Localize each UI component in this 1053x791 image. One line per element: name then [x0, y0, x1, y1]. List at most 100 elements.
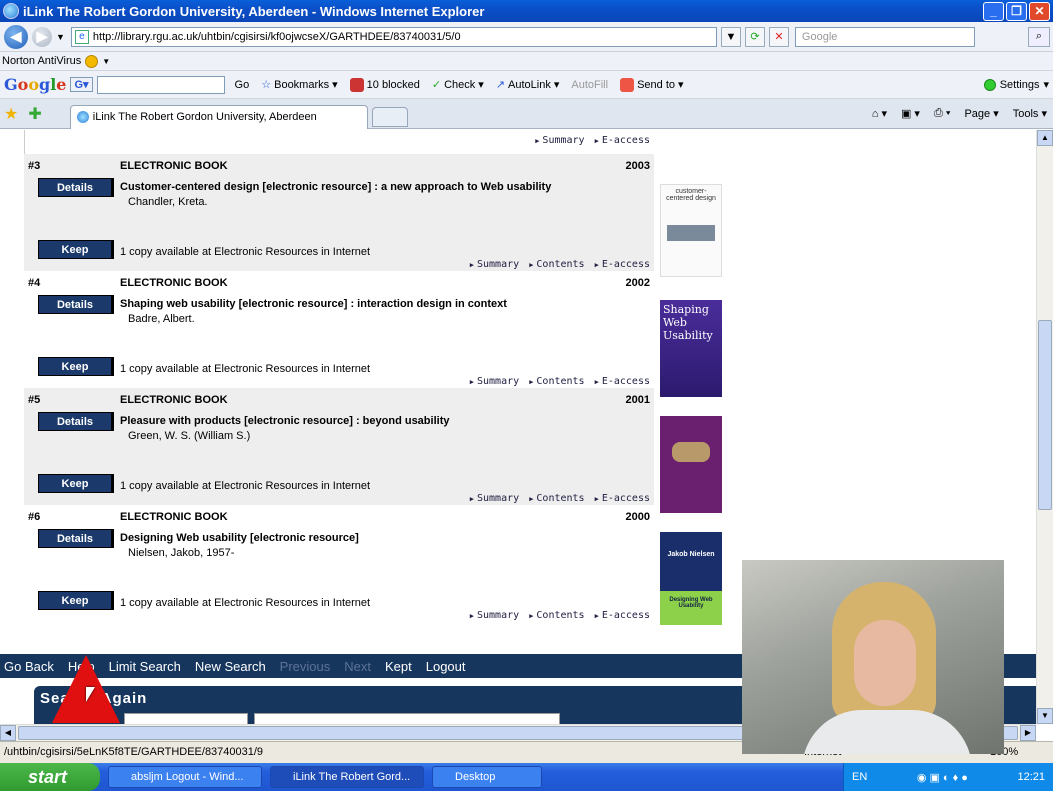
go-back-link[interactable]: Go Back [4, 659, 54, 674]
url-dropdown-icon[interactable]: ▼ [720, 26, 741, 47]
book-cover-image[interactable]: Jakob Nielsen Designing Web Usability [660, 532, 722, 625]
record-type: ELECTRONIC BOOK [120, 394, 228, 406]
keep-button[interactable]: Keep [38, 474, 114, 493]
book-cover-image[interactable]: customer-centered design [660, 184, 722, 277]
taskbar-item[interactable]: absljm Logout - Wind... [108, 766, 262, 788]
taskbar-item[interactable]: iLink The Robert Gord... [270, 766, 424, 788]
record-title[interactable]: Shaping web usability [electronic resour… [120, 298, 640, 310]
eaccess-link[interactable]: E-access [591, 259, 650, 270]
details-button[interactable]: Details [38, 412, 114, 431]
address-bar: ◀ ▶ ▼ e http://library.rgu.ac.uk/uhtbin/… [0, 22, 1053, 52]
minimize-button[interactable]: _ [983, 1, 1004, 21]
record-author: Chandler, Kreta. [128, 196, 208, 208]
scroll-down-icon[interactable]: ▼ [1037, 708, 1053, 724]
url-field[interactable]: e http://library.rgu.ac.uk/uhtbin/cgisir… [70, 26, 717, 47]
record-title[interactable]: Designing Web usability [electronic reso… [120, 532, 640, 544]
contents-link[interactable]: Contents [525, 376, 584, 387]
contents-link[interactable]: Contents [525, 493, 584, 504]
tools-menu[interactable]: Tools ▾ [1013, 107, 1047, 120]
clock: 12:21 [1017, 771, 1045, 783]
google-menu-icon[interactable]: G▾ [70, 77, 93, 92]
record-type: ELECTRONIC BOOK [120, 277, 228, 289]
spellcheck-button[interactable]: ✓ Check ▾ [432, 78, 484, 92]
tab-bar: ★ ✚ iLink The Robert Gordon University, … [0, 99, 1053, 129]
blocker-icon [349, 77, 364, 92]
norton-toolbar: Norton AntiVirus ▼ [0, 52, 1053, 71]
keep-button[interactable]: Keep [38, 357, 114, 376]
refresh-icon[interactable]: ⟳ [744, 26, 765, 47]
norton-icon[interactable] [85, 54, 99, 68]
record-number: #3 [28, 160, 41, 172]
summary-link[interactable]: Summary [466, 493, 519, 504]
webcam-video-overlay [742, 560, 1004, 754]
bookmarks-button[interactable]: ☆ Bookmarks ▾ [261, 78, 337, 92]
contents-link[interactable]: Contents [525, 610, 584, 621]
scroll-up-icon[interactable]: ▲ [1037, 130, 1053, 146]
record-author: Badre, Albert. [128, 313, 195, 325]
close-button[interactable]: ✕ [1029, 1, 1050, 21]
stop-icon[interactable]: ✕ [768, 26, 789, 47]
page-menu[interactable]: Page ▾ [964, 107, 998, 120]
search-icon[interactable]: ⌕ [1028, 26, 1050, 47]
settings-button[interactable]: Settings ▾ [983, 78, 1049, 91]
google-go-button[interactable]: Go [235, 79, 250, 91]
history-dropdown-icon[interactable]: ▼ [56, 32, 65, 42]
eaccess-link[interactable]: E-access [591, 493, 650, 504]
details-button[interactable]: Details [38, 178, 114, 197]
eaccess-link[interactable]: E-access [591, 610, 650, 621]
eaccess-link[interactable]: E-access [591, 376, 650, 387]
autolink-button[interactable]: ↗ AutoLink ▾ [496, 78, 560, 92]
search-field-select[interactable] [124, 713, 248, 724]
start-button[interactable]: start [0, 763, 100, 791]
autofill-button[interactable]: AutoFill [571, 79, 608, 91]
new-tab-button[interactable] [371, 106, 408, 127]
kept-link[interactable]: Kept [385, 659, 412, 674]
summary-link[interactable]: Summary [466, 259, 519, 270]
contents-link[interactable]: Contents [525, 259, 584, 270]
language-indicator[interactable]: EN [852, 771, 867, 783]
favorites-icon[interactable]: ★ [4, 104, 18, 124]
details-button[interactable]: Details [38, 529, 114, 548]
tab-ilink[interactable]: iLink The Robert Gordon University, Aber… [69, 104, 368, 129]
vertical-scrollbar[interactable]: ▲ ▼ [1036, 130, 1053, 724]
keep-button[interactable]: Keep [38, 240, 114, 259]
norton-dropdown-icon[interactable]: ▼ [102, 57, 110, 66]
details-button[interactable]: Details [38, 295, 114, 314]
summary-link[interactable]: Summary [531, 135, 584, 146]
tray-icons[interactable]: ◉ ▣ ◐ ♦ ● [917, 771, 968, 784]
sendto-button[interactable]: Send to ▾ [620, 77, 684, 92]
new-search-link[interactable]: New Search [195, 659, 266, 674]
feeds-icon[interactable]: ▣ ▾ [901, 107, 920, 120]
result-record: #5 ELECTRONIC BOOK 2001 Details Pleasure… [24, 388, 654, 505]
record-year: 2000 [625, 511, 650, 523]
record-title[interactable]: Pleasure with products [electronic resou… [120, 415, 640, 427]
add-favorites-icon[interactable]: ✚ [28, 104, 41, 124]
record-year: 2003 [625, 160, 650, 172]
forward-button[interactable]: ▶ [32, 26, 52, 47]
taskbar-item[interactable]: Desktop [432, 766, 542, 788]
summary-link[interactable]: Summary [466, 376, 519, 387]
keep-button[interactable]: Keep [38, 591, 114, 610]
record-number: #5 [28, 394, 41, 406]
book-cover-image[interactable] [660, 416, 722, 513]
scroll-right-icon[interactable]: ▶ [1020, 725, 1036, 741]
home-icon[interactable]: ⌂ ▾ [872, 107, 887, 120]
status-text: /uhtbin/cgisirsi/5eLnK5f8TE/GARTHDEE/837… [4, 746, 264, 758]
scroll-left-icon[interactable]: ◀ [0, 725, 16, 741]
scroll-thumb[interactable] [1038, 320, 1052, 510]
eaccess-link[interactable]: E-access [591, 135, 650, 146]
search-term-input[interactable] [254, 713, 560, 724]
record-type: ELECTRONIC BOOK [120, 160, 228, 172]
window-titlebar: iLink The Robert Gordon University, Aber… [0, 0, 1053, 22]
maximize-button[interactable]: ❐ [1006, 1, 1027, 21]
search-input[interactable]: Google [794, 26, 975, 47]
popup-blocker-button[interactable]: 10 blocked [349, 77, 420, 92]
book-cover-image[interactable]: Shaping Web Usability [660, 300, 722, 397]
back-button[interactable]: ◀ [4, 24, 28, 49]
google-search-input[interactable] [96, 75, 225, 94]
cover-title: Designing Web Usability [660, 591, 722, 625]
print-icon[interactable]: ⎙ ▾ [934, 107, 950, 120]
record-title[interactable]: Customer-centered design [electronic res… [120, 181, 640, 193]
summary-link[interactable]: Summary [466, 610, 519, 621]
logout-link[interactable]: Logout [426, 659, 466, 674]
